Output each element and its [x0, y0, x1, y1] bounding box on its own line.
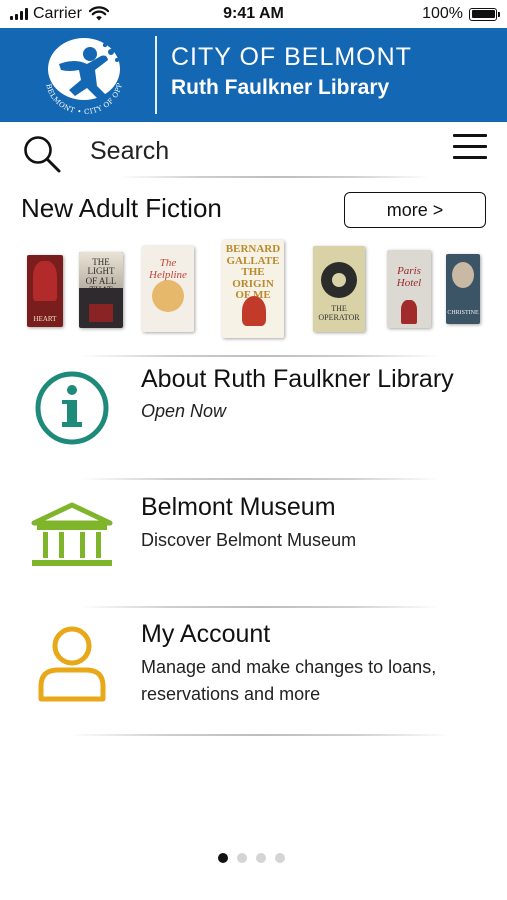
battery-percent: 100%	[422, 5, 463, 22]
book-cover[interactable]: THE OPERATOR	[313, 246, 365, 332]
museum-building-icon	[31, 502, 113, 566]
header-title: CITY OF BELMONT	[171, 43, 412, 71]
belmont-logo-icon: BELMONT • CITY OF OPPORTUNITY	[31, 28, 128, 116]
search-icon[interactable]	[22, 134, 62, 174]
search-bar	[0, 125, 507, 177]
book-cover[interactable]: HEART	[27, 255, 63, 327]
book-cover[interactable]: THE LIGHT OF ALL THAT FALLS	[79, 252, 123, 328]
list-item-title: About Ruth Faulkner Library	[141, 365, 454, 393]
list-item-title: Belmont Museum	[141, 493, 336, 521]
list-divider	[80, 606, 440, 608]
books-divider	[80, 355, 440, 357]
status-bar: Carrier 9:41 AM 100%	[0, 0, 507, 28]
list-item-my-account[interactable]: My Account Manage and make changes to lo…	[0, 612, 507, 736]
book-carousel: HEART THE LIGHT OF ALL THAT FALLS The He…	[0, 240, 507, 340]
list-item-title: My Account	[141, 620, 271, 648]
list-item-subtitle: Discover Belmont Museum	[141, 530, 357, 550]
status-right: 100%	[422, 5, 500, 23]
user-account-icon	[38, 626, 106, 702]
more-button[interactable]: more >	[344, 192, 486, 228]
info-icon	[35, 371, 109, 445]
book-cover[interactable]: The Helpline	[142, 246, 194, 332]
page-indicator	[218, 853, 285, 863]
battery-icon	[469, 7, 500, 21]
list-item-belmont-museum[interactable]: Belmont Museum Discover Belmont Museum	[0, 485, 507, 603]
list-divider	[70, 734, 450, 736]
page-dot[interactable]	[218, 853, 228, 863]
list-item-subtitle: Open Now	[141, 401, 227, 421]
section-title-new-adult-fiction: New Adult Fiction	[21, 193, 222, 223]
book-cover[interactable]: Paris Hotel	[387, 250, 431, 328]
page-dot[interactable]	[237, 853, 247, 863]
city-of-belmont-logo: BELMONT • CITY OF OPPORTUNITY	[31, 28, 133, 116]
header-divider	[155, 36, 157, 114]
header-subtitle: Ruth Faulkner Library	[171, 76, 390, 99]
hamburger-menu-icon[interactable]	[453, 132, 487, 162]
book-cover[interactable]: CHRISTINE	[446, 254, 480, 324]
search-input[interactable]	[90, 135, 390, 167]
page-dot[interactable]	[275, 853, 285, 863]
search-divider	[120, 176, 430, 178]
list-item-about-library[interactable]: About Ruth Faulkner Library Open Now	[0, 360, 507, 478]
book-cover[interactable]: BERNARD GALLATE THE ORIGIN OF ME	[222, 240, 284, 338]
list-divider	[80, 478, 440, 480]
list-item-subtitle: Manage and make changes to loans, reserv…	[141, 657, 437, 704]
page-dot[interactable]	[256, 853, 266, 863]
app-header: BELMONT • CITY OF OPPORTUNITY CITY OF BE…	[0, 28, 507, 122]
